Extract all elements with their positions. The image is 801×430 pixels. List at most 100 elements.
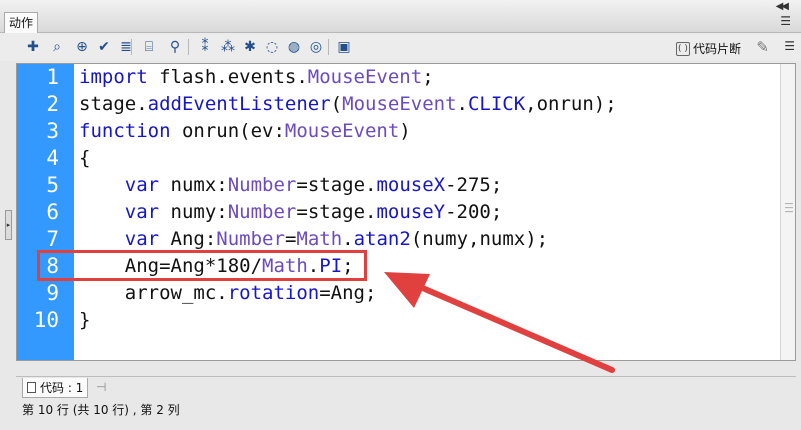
code-text: =stage.: [296, 174, 377, 196]
actions-toolbar: ( ) 代码片断 ✎ ☰ ✚ ⌕ ⊕ ✔ ≣ ⌸ ⚲ ⁑ ⁂ ✱ ◌ ◍ ◎ ▣: [0, 33, 801, 61]
code-keyword: CLICK: [467, 93, 526, 115]
expand-all-icon[interactable]: ✱: [240, 37, 260, 57]
code-text: =stage.: [296, 201, 377, 223]
line-number: 3: [46, 119, 59, 143]
code-text: =Ang;: [319, 282, 377, 304]
code-line[interactable]: }: [79, 307, 90, 334]
show-hide-toolbox-icon[interactable]: ▣: [334, 37, 354, 57]
annotation-arrow: [384, 272, 615, 373]
line-number: 7: [46, 227, 59, 251]
code-text: Ang:: [159, 228, 217, 250]
check-syntax-icon[interactable]: ✔: [94, 37, 114, 57]
cursor-position-status: 第 10 行 (共 10 行) , 第 2 列: [22, 403, 180, 417]
panel-header: 动作 ◀◀ ☰: [0, 0, 801, 33]
code-text: {: [79, 147, 91, 169]
code-keyword: mouseX: [376, 174, 446, 196]
code-keyword: import: [79, 66, 148, 88]
code-line[interactable]: {: [79, 145, 90, 172]
highlight-box-line-8: [37, 250, 367, 281]
toolbar-menu-icon[interactable]: ☰: [784, 39, 795, 53]
code-type: Number: [227, 201, 297, 223]
line-number: 2: [46, 92, 59, 116]
code-keyword: function: [79, 120, 171, 142]
code-text: -275;: [445, 174, 503, 196]
code-keyword: addEventListener: [147, 93, 331, 115]
code-text: (: [330, 93, 343, 115]
code-line[interactable]: var numy:Number=stage.mouseY-200;: [79, 199, 503, 226]
code-line[interactable]: function onrun(ev:MouseEvent): [79, 118, 411, 145]
code-text: }: [79, 309, 91, 331]
collapse-braces-icon[interactable]: ⁑: [195, 37, 215, 57]
code-type: MouseEvent: [284, 120, 400, 142]
collapse-selection-icon[interactable]: ⁂: [218, 37, 238, 57]
code-keyword: mouseY: [376, 201, 446, 223]
document-icon: [27, 382, 36, 393]
code-snippets-button[interactable]: ( ) 代码片断: [675, 40, 741, 57]
code-text: (numy,numx);: [410, 228, 549, 250]
remove-comment-icon[interactable]: ◎: [306, 37, 326, 57]
target-path-icon[interactable]: ⊕: [72, 37, 92, 57]
find-icon[interactable]: ⌕: [47, 37, 67, 57]
line-number: 4: [46, 146, 59, 170]
add-statement-icon[interactable]: ✚: [23, 37, 43, 57]
apply-block-comment-icon[interactable]: ◌: [262, 37, 282, 57]
code-keyword: var: [124, 174, 160, 196]
code-snippets-label: 代码片断: [692, 42, 741, 56]
actions-panel-tab[interactable]: 动作: [4, 12, 38, 33]
toolbar-separator: [131, 39, 132, 55]
code-text: numy:: [159, 201, 228, 223]
code-keyword: var: [124, 228, 160, 250]
code-text: arrow_mc.: [79, 282, 228, 304]
line-number: 9: [46, 281, 59, 305]
code-line[interactable]: arrow_mc.rotation=Ang;: [79, 280, 377, 307]
collapse-panel-icon[interactable]: ◀◀: [776, 1, 789, 12]
code-text: flash.events.: [147, 66, 308, 88]
code-line[interactable]: stage.addEventListener(MouseEvent.CLICK,…: [79, 91, 617, 118]
script-assist-icon[interactable]: ✎: [756, 38, 769, 56]
code-keyword: atan2: [353, 228, 411, 250]
code-type: Math: [296, 228, 343, 250]
code-type: Number: [216, 228, 285, 250]
pin-script-icon[interactable]: ⊣: [96, 380, 106, 394]
code-text: .: [456, 93, 468, 115]
code-text: -200;: [445, 201, 503, 223]
code-text: stage.: [79, 93, 148, 115]
show-code-hint-icon[interactable]: ⌸: [139, 37, 159, 57]
line-number-gutter: 1 2 3 4 5 6 7 8 9 10: [17, 64, 74, 360]
toolbox-splitter[interactable]: ▸: [5, 210, 12, 240]
apply-line-comment-icon[interactable]: ◍: [284, 37, 304, 57]
code-type: MouseEvent: [307, 66, 423, 88]
line-number: 6: [46, 200, 59, 224]
code-type: MouseEvent: [342, 93, 457, 115]
auto-format-icon[interactable]: ≣: [116, 37, 136, 57]
code-tab-label: 代码 : 1: [40, 381, 84, 395]
code-line[interactable]: import flash.events.MouseEvent;: [79, 64, 434, 91]
toolbar-separator: [188, 39, 189, 55]
line-number: 5: [46, 173, 59, 197]
code-text: ): [399, 120, 411, 142]
code-type: Number: [227, 174, 297, 196]
code-text: ,onrun);: [525, 93, 617, 115]
panel-menu-icon[interactable]: ☰: [780, 14, 791, 28]
code-tab[interactable]: 代码 : 1: [22, 378, 89, 398]
script-tabs-bar: 代码 : 1 ⊣: [16, 376, 796, 398]
debug-options-icon[interactable]: ⚲: [165, 37, 185, 57]
code-text: numx:: [159, 174, 228, 196]
code-keyword: rotation: [227, 282, 320, 304]
code-text: .: [342, 228, 354, 250]
code-line[interactable]: var numx:Number=stage.mouseX-275;: [79, 172, 503, 199]
vertical-scrollbar[interactable]: ― ― ―: [780, 64, 795, 360]
toolbar-separator: [328, 39, 329, 55]
line-number: 10: [33, 308, 59, 332]
scrollbar-grip[interactable]: ― ― ―: [785, 200, 793, 216]
code-text: =: [284, 228, 297, 250]
code-keyword: var: [124, 201, 160, 223]
code-text: onrun(ev:: [170, 120, 285, 142]
line-number: 1: [46, 65, 59, 89]
code-line[interactable]: var Ang:Number=Math.atan2(numy,numx);: [79, 226, 548, 253]
code-snippets-icon: ( ): [675, 41, 690, 56]
code-text: ;: [422, 66, 434, 88]
